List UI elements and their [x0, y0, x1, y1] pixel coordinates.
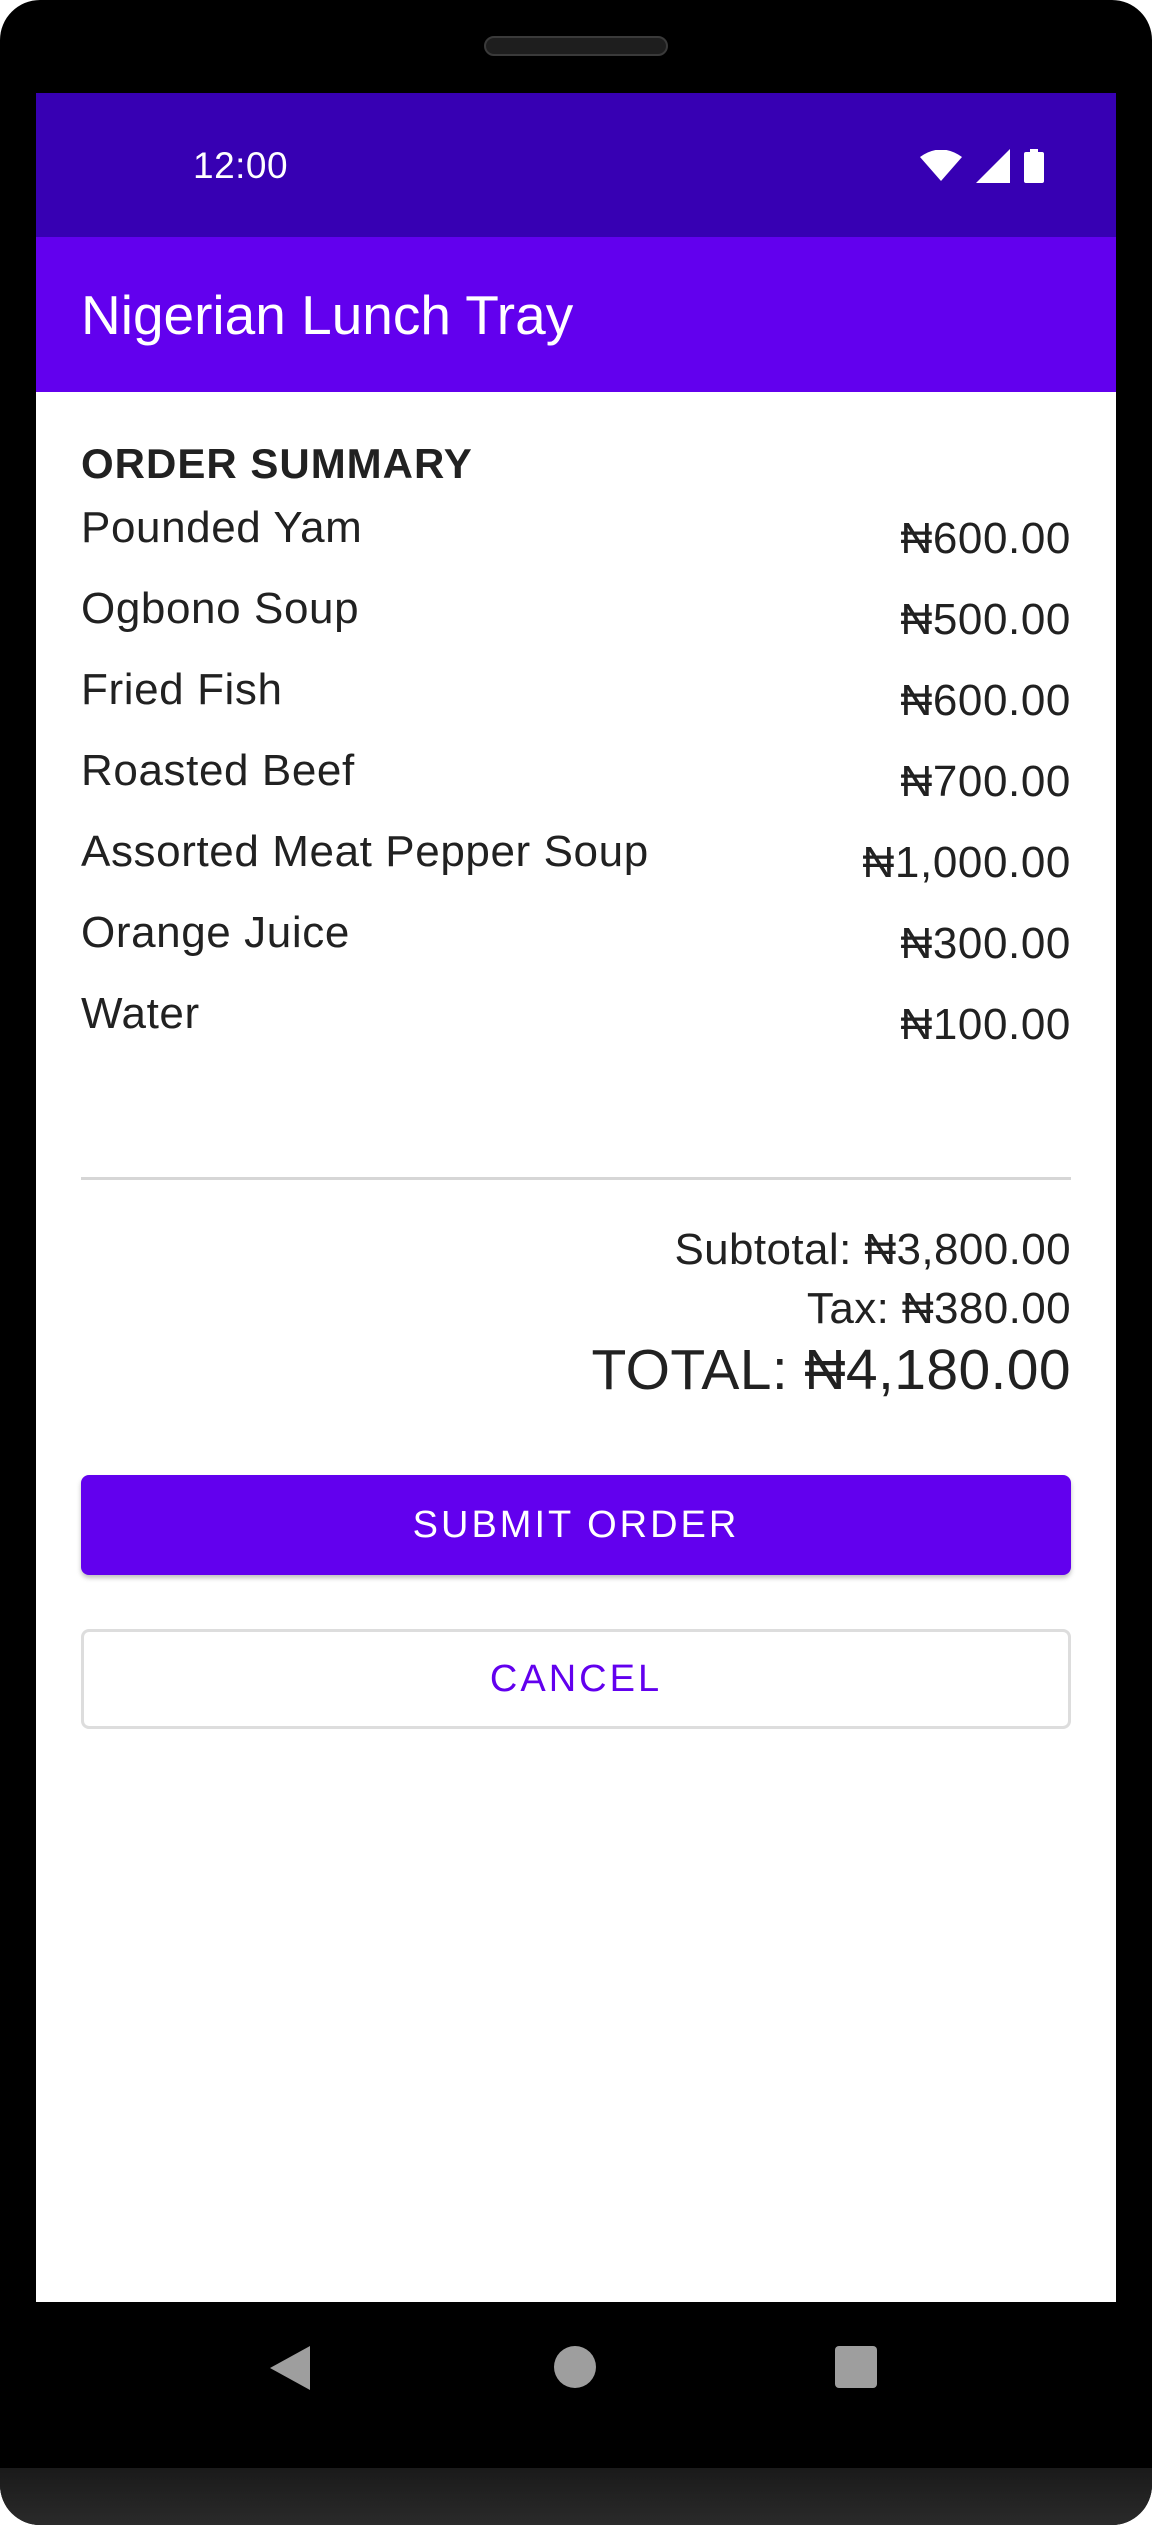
signal-icon	[976, 149, 1010, 183]
app-screen: 12:00 Nigerian Lunch Tray ORDER SUMMARY	[36, 93, 1116, 2302]
device-frame: 12:00 Nigerian Lunch Tray ORDER SUMMARY	[0, 0, 1152, 2525]
order-item-row: Pounded Yam ₦600.00	[81, 503, 1071, 584]
order-item-row: Roasted Beef ₦700.00	[81, 746, 1071, 827]
home-icon[interactable]	[554, 2346, 596, 2388]
system-navigation-bar	[0, 2302, 1152, 2464]
item-name: Assorted Meat Pepper Soup	[81, 827, 649, 876]
subtotal-text: Subtotal: ₦3,800.00	[674, 1225, 1071, 1274]
status-bar: 12:00	[36, 93, 1116, 237]
wifi-icon	[920, 150, 962, 181]
status-time: 12:00	[193, 145, 289, 186]
cancel-button[interactable]: CANCEL	[81, 1629, 1071, 1729]
item-name: Orange Juice	[81, 908, 350, 957]
order-item-row: Water ₦100.00	[81, 989, 1071, 1070]
item-name: Roasted Beef	[81, 746, 355, 795]
item-name: Water	[81, 989, 200, 1038]
recents-icon[interactable]	[835, 2346, 877, 2388]
item-price: ₦100.00	[900, 1000, 1071, 1049]
tax-text: Tax: ₦380.00	[806, 1284, 1071, 1333]
app-bar: Nigerian Lunch Tray	[36, 237, 1116, 392]
divider	[81, 1177, 1071, 1180]
order-item-row: Ogbono Soup ₦500.00	[81, 584, 1071, 665]
order-items-list: Pounded Yam ₦600.00 Ogbono Soup ₦500.00 …	[81, 503, 1071, 1070]
item-price: ₦600.00	[900, 514, 1071, 563]
order-item-row: Orange Juice ₦300.00	[81, 908, 1071, 989]
item-price: ₦500.00	[900, 595, 1071, 644]
back-icon[interactable]	[270, 2346, 312, 2390]
app-title: Nigerian Lunch Tray	[81, 283, 574, 346]
order-item-row: Fried Fish ₦600.00	[81, 665, 1071, 746]
item-price: ₦1,000.00	[862, 838, 1071, 887]
earpiece-speaker	[484, 36, 668, 56]
item-name: Ogbono Soup	[81, 584, 360, 633]
status-icons	[920, 149, 1044, 183]
order-summary-heading: ORDER SUMMARY	[81, 440, 473, 487]
device-chin	[0, 2468, 1152, 2525]
submit-order-button[interactable]: SUBMIT ORDER	[81, 1475, 1071, 1575]
total-text: TOTAL: ₦4,180.00	[591, 1338, 1071, 1402]
item-price: ₦300.00	[900, 919, 1071, 968]
item-price: ₦600.00	[900, 676, 1071, 725]
order-item-row: Assorted Meat Pepper Soup ₦1,000.00	[81, 827, 1071, 908]
item-name: Fried Fish	[81, 665, 283, 714]
item-price: ₦700.00	[900, 757, 1071, 806]
item-name: Pounded Yam	[81, 503, 363, 552]
battery-icon	[1024, 149, 1044, 183]
